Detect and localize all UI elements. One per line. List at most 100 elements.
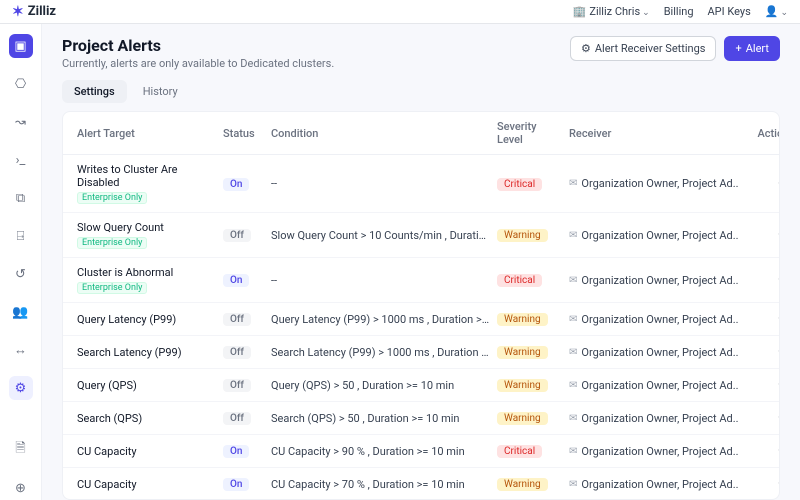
receiver-cell: ✉Organization Owner, Project Ad...	[569, 379, 739, 392]
status-chip[interactable]: Off	[223, 412, 251, 425]
severity-badge: Critical	[497, 274, 542, 287]
status-chip[interactable]: On	[223, 478, 249, 491]
sidebar-item-alerts[interactable]: ⚙	[9, 376, 33, 400]
alert-target: Query Latency (P99)	[77, 313, 217, 326]
severity-badge: Warning	[497, 379, 548, 392]
logo[interactable]: ✶ Zilliz	[12, 4, 56, 20]
user-icon[interactable]: 👤⌄	[765, 5, 788, 18]
alert-target: Search (QPS)	[77, 412, 217, 425]
org-switcher[interactable]: 🏢 Zilliz Chris⌄	[573, 5, 650, 18]
row-actions[interactable]: •••	[745, 443, 779, 459]
row-actions[interactable]: •••	[745, 176, 779, 192]
sidebar-item-globe[interactable]: ⊕	[9, 476, 33, 500]
topbar: ✶ Zilliz 🏢 Zilliz Chris⌄ Billing API Key…	[0, 0, 800, 24]
gear-icon: ⚙	[581, 42, 591, 55]
billing-link[interactable]: Billing	[664, 5, 694, 18]
tab-history[interactable]: History	[131, 80, 190, 103]
mail-icon: ✉	[569, 230, 577, 241]
sidebar-item-docs[interactable]: 🗎	[9, 438, 33, 462]
sidebar-item-clusters[interactable]: ⎔	[9, 72, 33, 96]
logo-icon: ✶	[12, 4, 24, 20]
condition-text: --	[271, 177, 491, 190]
sidebar-item-users[interactable]: 👥	[9, 300, 33, 324]
row-actions[interactable]: •••	[745, 227, 779, 243]
status-chip[interactable]: Off	[223, 346, 251, 359]
table-row: Slow Query Count Enterprise Only Off Slow Q…	[63, 213, 779, 258]
severity-badge: Warning	[497, 412, 548, 425]
table-row: CU CapacityOnCU Capacity > 70 % , Durati…	[63, 468, 779, 499]
sidebar-item-import[interactable]: ⍈	[9, 224, 33, 248]
row-actions[interactable]: •••	[745, 410, 779, 426]
table-row: Search (QPS) Off Search (QPS) > 50 , Durat…	[63, 402, 779, 435]
status-chip[interactable]: On	[223, 274, 249, 287]
condition-text: Query Latency (P99) > 1000 ms , Duration…	[271, 313, 491, 326]
enterprise-badge: Enterprise Only	[77, 237, 147, 249]
alert-target: Search Latency (P99)	[77, 346, 217, 359]
severity-badge: Warning	[497, 313, 548, 326]
table-row: Cluster is AbnormalEnterprise OnlyOn--Cr…	[63, 258, 779, 303]
col-receiver: Receiver	[569, 127, 739, 140]
receiver-cell: ✉Organization Owner, Project Ad...	[569, 445, 739, 458]
sidebar-item-copy[interactable]: ⧉	[9, 186, 33, 210]
col-condition: Condition	[271, 127, 491, 140]
sidebar-item-history[interactable]: ↺	[9, 262, 33, 286]
alert-receiver-settings-button[interactable]: ⚙Alert Receiver Settings	[570, 36, 716, 61]
enterprise-badge: Enterprise Only	[77, 282, 147, 294]
alert-target: Query (QPS)	[77, 379, 217, 392]
sidebar-item-project[interactable]: ▣	[9, 34, 33, 58]
col-status: Status	[223, 127, 265, 140]
receiver-cell: ✉Organization Owner, Project Ad...	[569, 346, 739, 359]
receiver-cell: ✉Organization Owner, Project Ad...	[569, 229, 739, 242]
status-chip[interactable]: Off	[223, 379, 251, 392]
api-keys-link[interactable]: API Keys	[708, 5, 751, 18]
col-actions: Actions	[745, 127, 780, 140]
mail-icon: ✉	[569, 347, 577, 358]
mail-icon: ✉	[569, 178, 577, 189]
alert-target: Slow Query Count	[77, 221, 217, 234]
row-actions[interactable]: •••	[745, 344, 779, 360]
condition-text: Slow Query Count > 10 Counts/min , Durat…	[271, 229, 491, 242]
status-chip[interactable]: Off	[223, 313, 251, 326]
table-row: Search Latency (P99) Off Search Latency (P…	[63, 336, 779, 369]
row-actions[interactable]: •••	[745, 272, 779, 288]
mail-icon: ✉	[569, 479, 577, 490]
receiver-cell: ✉Organization Owner, Project Ad...	[569, 412, 739, 425]
mail-icon: ✉	[569, 413, 577, 424]
condition-text: Query (QPS) > 50 , Duration >= 10 min	[271, 379, 491, 392]
status-chip[interactable]: On	[223, 445, 249, 458]
sidebar-item-terminal[interactable]: ›_	[9, 148, 33, 172]
row-actions[interactable]: •••	[745, 311, 779, 327]
add-alert-button[interactable]: +Alert	[724, 36, 780, 61]
condition-text: CU Capacity > 90 % , Duration >= 10 min	[271, 445, 491, 458]
page-title: Project Alerts	[62, 36, 334, 55]
col-target: Alert Target	[77, 127, 217, 140]
sidebar-item-expand[interactable]: ↔	[9, 338, 33, 362]
receiver-cell: ✉Organization Owner, Project Ad...	[569, 274, 739, 287]
tab-settings[interactable]: Settings	[62, 80, 127, 103]
logo-text: Zilliz	[28, 4, 56, 19]
alert-target: CU Capacity	[77, 478, 217, 491]
plus-icon: +	[735, 42, 741, 55]
alert-target: CU Capacity	[77, 445, 217, 458]
alert-target: Writes to Cluster Are Disabled	[77, 163, 217, 189]
receiver-cell: ✉Organization Owner, Project Ad...	[569, 478, 739, 491]
condition-text: Search (QPS) > 50 , Duration >= 10 min	[271, 412, 491, 425]
sidebar-item-pipelines[interactable]: ↝	[9, 110, 33, 134]
topbar-right: 🏢 Zilliz Chris⌄ Billing API Keys 👤⌄	[573, 5, 788, 18]
condition-text: --	[271, 274, 491, 287]
mail-icon: ✉	[569, 446, 577, 457]
severity-badge: Critical	[497, 178, 542, 191]
receiver-cell: ✉Organization Owner, Project Ad...	[569, 177, 739, 190]
condition-text: Search Latency (P99) > 1000 ms , Duratio…	[271, 346, 491, 359]
table-row: Writes to Cluster Are DisabledEnterprise…	[63, 155, 779, 213]
table-row: Query (QPS) Off Query (QPS) > 50 , Duratio…	[63, 369, 779, 402]
row-actions[interactable]: •••	[745, 377, 779, 393]
severity-badge: Warning	[497, 229, 548, 242]
severity-badge: Critical	[497, 445, 542, 458]
col-severity: Severity Level	[497, 120, 563, 146]
row-actions[interactable]: •••	[745, 476, 779, 492]
table-row: CU Capacity On CU Capacity > 90 % , Durati…	[63, 435, 779, 468]
status-chip[interactable]: Off	[223, 229, 251, 242]
status-chip[interactable]: On	[223, 178, 249, 191]
table-row: Query Latency (P99) Off Query Latency (P99…	[63, 303, 779, 336]
